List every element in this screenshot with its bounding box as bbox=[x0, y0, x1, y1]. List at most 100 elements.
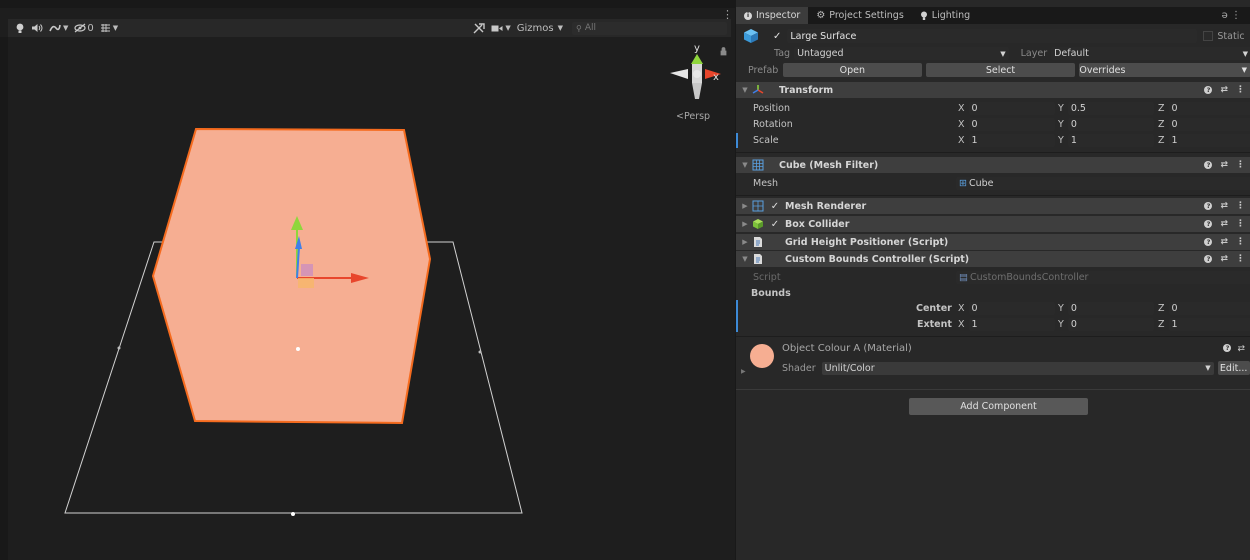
effects-dropdown[interactable]: ▼ bbox=[46, 20, 71, 36]
center-x[interactable]: X0 bbox=[958, 302, 1055, 315]
gizmos-label: Gizmos bbox=[516, 22, 554, 34]
more-icon[interactable]: ⋮ bbox=[1236, 85, 1245, 95]
script-label: Script bbox=[753, 272, 781, 283]
transform-title: Transform bbox=[779, 84, 834, 96]
center-y[interactable]: Y0 bbox=[1058, 302, 1154, 315]
prefab-label: Prefab bbox=[748, 64, 779, 76]
center-z[interactable]: Z0 bbox=[1158, 302, 1250, 315]
orientation-gizmo[interactable]: y x bbox=[670, 43, 727, 99]
tools-toggle[interactable] bbox=[470, 20, 488, 36]
center-label: Center bbox=[916, 303, 952, 314]
prefab-open-button[interactable]: Open bbox=[782, 63, 922, 77]
overrides-label: Overrides bbox=[1079, 64, 1126, 76]
object-name-field[interactable]: Large Surface bbox=[787, 29, 1198, 43]
more-icon[interactable]: ⋮ bbox=[1236, 237, 1245, 247]
position-x[interactable]: X0 bbox=[958, 102, 1055, 115]
preset-icon[interactable]: ⇄ bbox=[1220, 201, 1228, 211]
bounds-handle-bottom[interactable] bbox=[291, 512, 295, 516]
static-checkbox[interactable] bbox=[1203, 31, 1214, 41]
material-fold-arrow-icon[interactable]: ▶ bbox=[741, 368, 746, 375]
grid-dropdown[interactable]: ▼ bbox=[97, 20, 121, 36]
preset-icon[interactable]: ⇄ bbox=[1220, 219, 1228, 229]
extent-z[interactable]: Z1 bbox=[1158, 318, 1250, 331]
material-name[interactable]: Object Colour A (Material) bbox=[782, 343, 912, 354]
bounds-handle-center[interactable] bbox=[296, 347, 300, 351]
scale-x[interactable]: X1 bbox=[958, 134, 1055, 147]
mesh-renderer-header[interactable]: ▶ ✓ Mesh Renderer ? ⇄ ⋮ bbox=[736, 198, 1250, 214]
tab-inspector[interactable]: i Inspector bbox=[736, 7, 809, 24]
tab-project-settings[interactable]: ⚙ Project Settings bbox=[808, 7, 911, 24]
search-icon: ⚲ bbox=[576, 23, 582, 33]
bounds-label: Bounds bbox=[751, 287, 791, 299]
rotation-z[interactable]: Z0 bbox=[1158, 118, 1250, 131]
extent-y[interactable]: Y0 bbox=[1058, 318, 1154, 331]
preset-icon[interactable]: ⇄ bbox=[1220, 237, 1228, 247]
scene-search[interactable]: ⚲ bbox=[572, 21, 727, 35]
gizmos-dropdown[interactable]: Gizmos ▼ bbox=[514, 20, 566, 36]
bounds-handle-right[interactable] bbox=[478, 350, 482, 354]
tools-icon bbox=[473, 22, 486, 33]
center-row: Center X0 Y0 Z0 bbox=[736, 301, 1250, 316]
preset-icon[interactable]: ⇄ bbox=[1220, 85, 1228, 95]
tag-dropdown[interactable]: Untagged ▼ bbox=[794, 47, 1009, 60]
mesh-filter-header[interactable]: ▼ Cube (Mesh Filter) ? ⇄ ⋮ bbox=[736, 157, 1250, 173]
scene-canvas[interactable]: y x bbox=[8, 37, 735, 560]
prefab-select-button[interactable]: Select bbox=[925, 63, 1076, 77]
material-swatch[interactable] bbox=[750, 344, 774, 368]
help-icon[interactable]: ? bbox=[1204, 220, 1213, 228]
cube-mesh[interactable] bbox=[151, 127, 432, 425]
rotation-x[interactable]: X0 bbox=[958, 118, 1055, 131]
extent-x[interactable]: X1 bbox=[958, 318, 1055, 331]
custom-bounds-header[interactable]: ▼ Custom Bounds Controller (Script) ? ⇄ ⋮ bbox=[736, 251, 1250, 267]
mesh-renderer-enabled-checkbox[interactable]: ✓ bbox=[769, 200, 781, 212]
tag-label: Tag bbox=[774, 48, 791, 59]
box-collider-enabled-checkbox[interactable]: ✓ bbox=[769, 218, 781, 230]
transform-header[interactable]: ▼ Transform ? ⇄ ⋮ bbox=[736, 82, 1250, 98]
preset-icon[interactable]: ⇄ bbox=[1237, 344, 1245, 354]
more-icon[interactable]: ⋮ bbox=[1236, 201, 1245, 211]
mesh-object-field[interactable]: ⊞ Cube bbox=[956, 177, 1250, 190]
layer-dropdown[interactable]: Default ▼ bbox=[1051, 47, 1250, 60]
box-collider-header[interactable]: ▶ ✓ Box Collider ? ⇄ ⋮ bbox=[736, 216, 1250, 232]
preset-icon[interactable]: ⇄ bbox=[1220, 254, 1228, 264]
more-icon[interactable]: ⋮ bbox=[1236, 254, 1245, 264]
prefab-overrides-dropdown[interactable]: Overrides ▼ bbox=[1079, 63, 1250, 77]
position-y[interactable]: Y 0.5 bbox=[1058, 102, 1154, 115]
scene-search-input[interactable] bbox=[584, 23, 705, 33]
rotation-y[interactable]: Y0 bbox=[1058, 118, 1154, 131]
hidden-objects-toggle[interactable]: 0 bbox=[71, 20, 96, 36]
help-icon[interactable]: ? bbox=[1204, 161, 1213, 169]
add-component-button[interactable]: Add Component bbox=[909, 398, 1088, 415]
prefab-cube-icon bbox=[744, 29, 758, 43]
scale-z[interactable]: Z1 bbox=[1158, 134, 1250, 147]
lighting-toggle[interactable] bbox=[12, 20, 28, 36]
scale-y[interactable]: Y1 bbox=[1058, 134, 1154, 147]
active-checkbox[interactable]: ✓ bbox=[773, 31, 781, 42]
shader-dropdown[interactable]: Unlit/Color ▼ bbox=[821, 361, 1214, 375]
help-icon[interactable]: ? bbox=[1204, 255, 1213, 263]
prefab-row: Prefab Open Select Overrides ▼ bbox=[736, 62, 1250, 78]
grid-height-positioner-header[interactable]: ▶ Grid Height Positioner (Script) ? ⇄ ⋮ bbox=[736, 234, 1250, 250]
camera-icon bbox=[491, 25, 503, 31]
help-icon[interactable]: ? bbox=[1204, 86, 1213, 94]
help-icon[interactable]: ? bbox=[1223, 343, 1232, 352]
script-row: Script ▤ CustomBoundsController bbox=[736, 270, 1250, 285]
layer-value: Default bbox=[1054, 48, 1089, 59]
help-icon[interactable]: ? bbox=[1204, 238, 1213, 246]
bounds-handle-left[interactable] bbox=[117, 346, 121, 350]
position-z[interactable]: Z0 bbox=[1158, 102, 1250, 115]
preset-icon[interactable]: ⇄ bbox=[1220, 160, 1228, 170]
projection-label[interactable]: <Persp bbox=[676, 111, 710, 122]
shader-edit-button[interactable]: Edit... bbox=[1217, 361, 1250, 375]
help-icon[interactable]: ? bbox=[1204, 202, 1213, 210]
inspector-lock-icon[interactable]: ə ⋮ bbox=[1212, 7, 1250, 24]
mesh-filter-icon bbox=[751, 159, 765, 171]
tab-lighting[interactable]: Lighting bbox=[912, 7, 978, 24]
audio-toggle[interactable] bbox=[28, 20, 46, 36]
more-icon[interactable]: ⋮ bbox=[1236, 160, 1245, 170]
unity-editor: ⋮ ▼ 0 ▼ ▼ Gizmos ▼ ⚲ All y x <Persp i In… bbox=[0, 0, 1250, 560]
shader-label: Shader bbox=[782, 362, 816, 374]
more-icon[interactable]: ⋮ bbox=[1236, 219, 1245, 229]
camera-dropdown[interactable]: ▼ bbox=[488, 20, 513, 36]
fold-arrow-icon: ▼ bbox=[742, 161, 748, 169]
